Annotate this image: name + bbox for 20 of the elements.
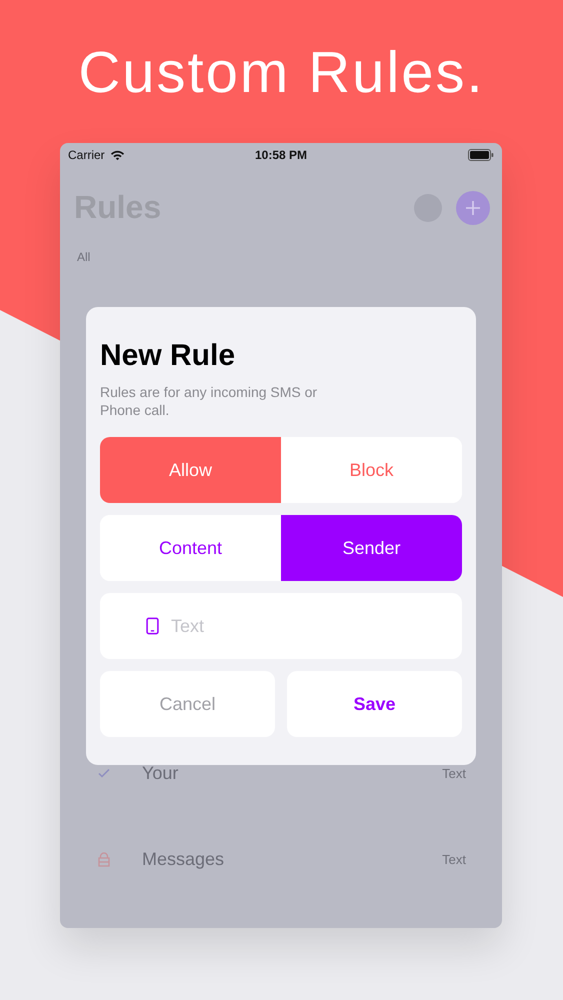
headline: Custom Rules. [77,39,486,107]
battery-icon [468,149,494,161]
lock-icon [96,851,112,867]
row-detail: Text [442,852,466,866]
wifi-icon [110,149,125,161]
carrier-label: Carrier [68,148,105,162]
cancel-button[interactable]: Cancel [100,671,275,737]
segment-option[interactable]: Sender [281,515,462,581]
row-detail: Text [442,766,466,780]
dialog-description: Rules are for any incoming SMS or Phone call. [100,383,318,419]
dialog-title: New Rule [100,339,236,373]
add-button[interactable] [456,190,490,224]
text-field[interactable]: Text [100,593,462,659]
save-button[interactable]: Save [287,671,462,737]
segment-option[interactable]: Allow [100,437,281,503]
row-label: Your [142,762,178,784]
list-row[interactable]: Messages Text [96,816,466,902]
row-label: Messages [142,848,224,870]
status-time: 10:58 PM [254,148,308,162]
filter-tab[interactable]: All [77,250,90,264]
